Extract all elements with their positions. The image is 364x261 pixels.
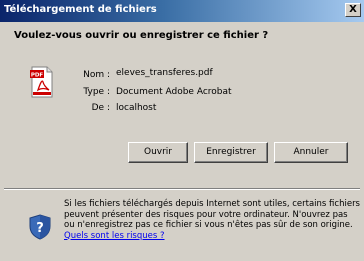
from-label: De : bbox=[91, 103, 110, 113]
window-title: Téléchargement de fichiers bbox=[4, 4, 157, 15]
file-source: localhost bbox=[116, 103, 157, 113]
separator bbox=[4, 188, 360, 190]
cancel-button[interactable]: Annuler bbox=[274, 142, 348, 163]
title-bar[interactable]: Téléchargement de fichiers X bbox=[0, 0, 364, 22]
file-name: eleves_transferes.pdf bbox=[116, 68, 213, 78]
open-button[interactable]: Ouvrir bbox=[128, 142, 188, 163]
file-type: Document Adobe Acrobat bbox=[116, 87, 232, 97]
dialog-question: Voulez-vous ouvrir ou enregistrer ce fic… bbox=[14, 30, 269, 41]
save-button[interactable]: Enregistrer bbox=[194, 142, 268, 163]
type-label: Type : bbox=[83, 87, 110, 97]
security-warning: Si les fichiers téléchargés depuis Inter… bbox=[64, 199, 360, 241]
shield-question-icon: ? bbox=[29, 214, 51, 240]
warning-text: Si les fichiers téléchargés depuis Inter… bbox=[64, 199, 360, 230]
close-button[interactable]: X bbox=[345, 3, 361, 17]
svg-text:PDF: PDF bbox=[31, 73, 44, 79]
name-label: Nom : bbox=[83, 70, 110, 80]
svg-text:?: ? bbox=[36, 221, 44, 236]
pdf-file-icon: PDF bbox=[30, 66, 53, 98]
risks-link[interactable]: Quels sont les risques ? bbox=[64, 231, 165, 241]
file-download-dialog: Téléchargement de fichiers X Voulez-vous… bbox=[0, 0, 364, 261]
